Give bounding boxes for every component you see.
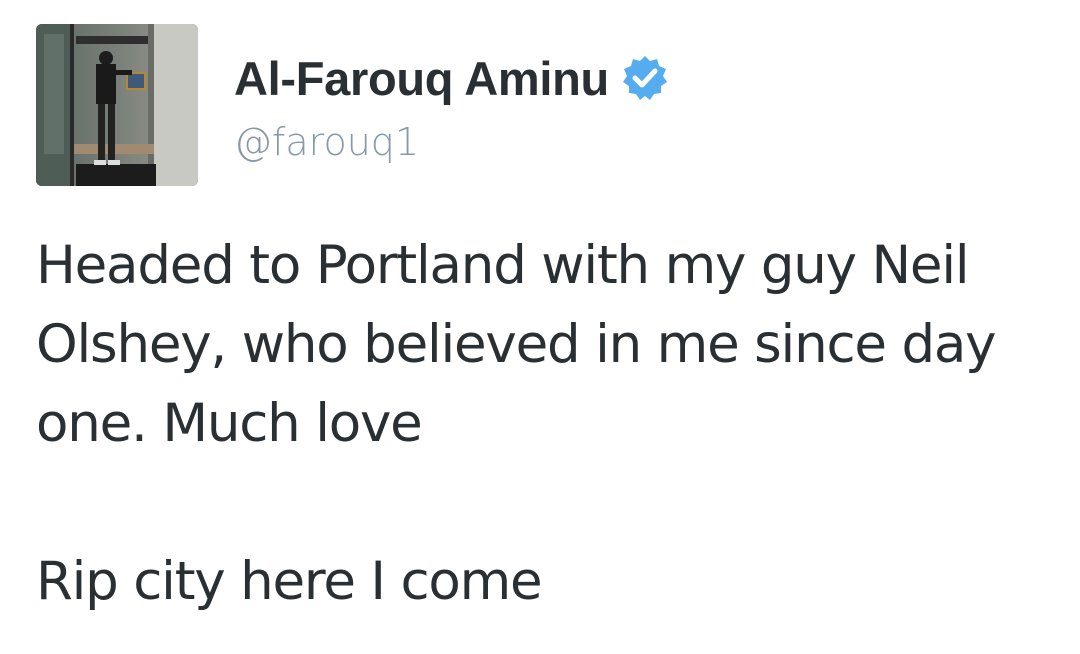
tweet-text-line: Olshey, who believed in me since day xyxy=(36,314,997,375)
tweet-header: Al-Farouq Aminu @farouq1 xyxy=(36,24,1036,188)
display-name[interactable]: Al-Farouq Aminu xyxy=(234,51,609,106)
verified-badge-icon xyxy=(621,54,669,102)
author-name-row[interactable]: Al-Farouq Aminu xyxy=(234,48,669,108)
author-handle[interactable]: @farouq1 xyxy=(234,120,419,164)
tweet-text-line: Headed to Portland with my guy Neil xyxy=(36,235,970,296)
tweet-text: Headed to Portland with my guy Neil Olsh… xyxy=(36,226,1046,621)
profile-photo-icon xyxy=(36,24,198,186)
tweet-text-line: one. Much love xyxy=(36,393,423,454)
avatar[interactable] xyxy=(36,24,198,186)
tweet-text-line: Rip city here I come xyxy=(36,551,543,612)
